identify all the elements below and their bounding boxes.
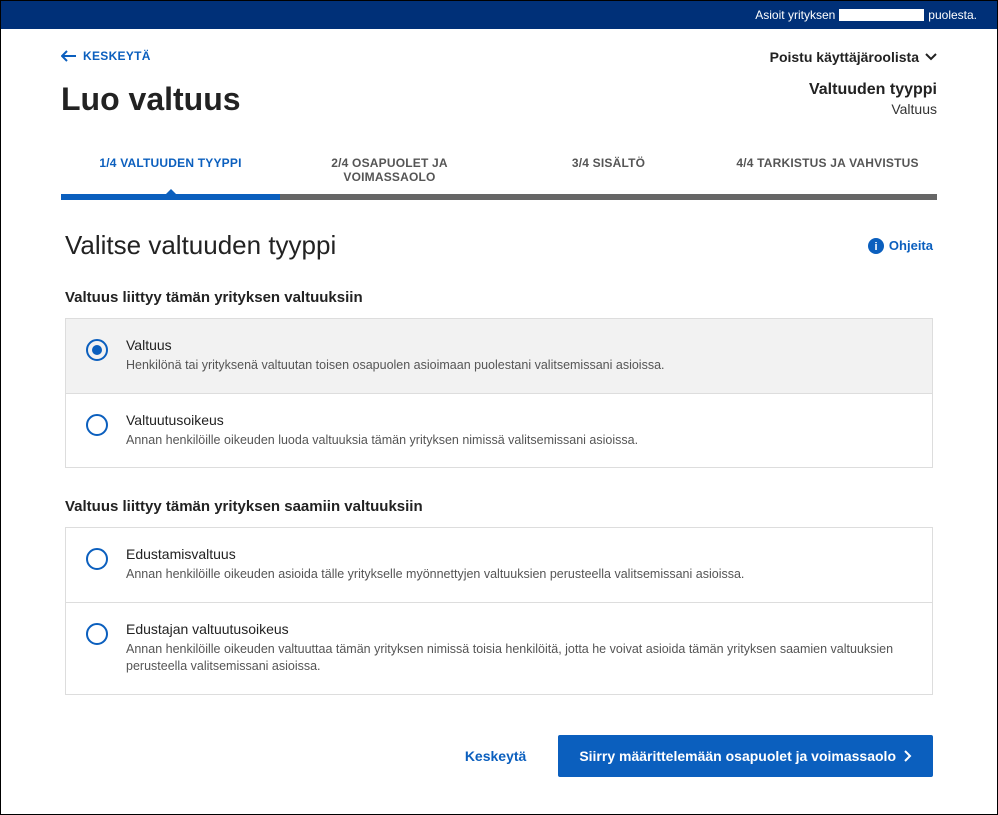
option-desc: Annan henkilöille oikeuden valtuuttaa tä… xyxy=(126,641,912,676)
top-info-bar: Asioit yrityksen puolesta. xyxy=(1,1,997,29)
progress-seg-1 xyxy=(61,194,280,200)
svg-text:i: i xyxy=(874,241,877,253)
radio-icon xyxy=(86,548,108,570)
next-button[interactable]: Siirry määrittelemään osapuolet ja voima… xyxy=(558,735,933,777)
role-dropdown-label: Poistu käyttäjäroolista xyxy=(770,49,919,65)
chevron-down-icon xyxy=(925,53,937,61)
option-edustajan-valtuutusoikeus[interactable]: Edustajan valtuutusoikeus Annan henkilöi… xyxy=(65,602,933,695)
radio-icon xyxy=(86,339,108,361)
option-group-a: Valtuus Henkilönä tai yrityksenä valtuut… xyxy=(65,318,933,468)
option-desc: Annan henkilöille oikeuden asioida tälle… xyxy=(126,566,744,584)
top-bar-prefix: Asioit yrityksen xyxy=(755,8,835,22)
radio-icon xyxy=(86,623,108,645)
progress-seg-4 xyxy=(718,194,937,200)
progress-seg-3 xyxy=(499,194,718,200)
option-desc: Henkilönä tai yrityksenä valtuutan toise… xyxy=(126,357,665,375)
info-icon: i xyxy=(868,238,884,254)
progress-seg-2 xyxy=(280,194,499,200)
help-link[interactable]: i Ohjeita xyxy=(868,238,933,254)
step-1[interactable]: 1/4 VALTUUDEN TYYPPI xyxy=(61,146,280,194)
option-valtuus[interactable]: Valtuus Henkilönä tai yrityksenä valtuut… xyxy=(65,318,933,393)
cancel-back-link[interactable]: KESKEYTÄ xyxy=(61,49,151,63)
option-title: Edustamisvaltuus xyxy=(126,546,744,562)
form-title: Valitse valtuuden tyyppi xyxy=(65,230,336,261)
option-edustamisvaltuus[interactable]: Edustamisvaltuus Annan henkilöille oikeu… xyxy=(65,527,933,602)
option-desc: Annan henkilöille oikeuden luoda valtuuk… xyxy=(126,432,638,450)
top-bar-suffix: puolesta. xyxy=(928,8,977,22)
radio-icon xyxy=(86,414,108,436)
side-title-small: Valtuus xyxy=(809,101,937,117)
option-group-b: Edustamisvaltuus Annan henkilöille oikeu… xyxy=(65,527,933,695)
stepper: 1/4 VALTUUDEN TYYPPI 2/4 OSAPUOLET JA VO… xyxy=(61,146,937,194)
option-title: Valtuutusoikeus xyxy=(126,412,638,428)
back-link-label: KESKEYTÄ xyxy=(83,49,151,63)
side-title-big: Valtuuden tyyppi xyxy=(809,81,937,99)
company-name-masked xyxy=(839,9,924,21)
section-2-label: Valtuus liittyy tämän yrityksen saamiin … xyxy=(65,498,933,515)
option-title: Valtuus xyxy=(126,337,665,353)
help-link-label: Ohjeita xyxy=(889,238,933,253)
option-valtuutusoikeus[interactable]: Valtuutusoikeus Annan henkilöille oikeud… xyxy=(65,393,933,469)
page-title: Luo valtuus xyxy=(61,81,241,118)
step-3[interactable]: 3/4 SISÄLTÖ xyxy=(499,146,718,194)
step-2[interactable]: 2/4 OSAPUOLET JA VOIMASSAOLO xyxy=(280,146,499,194)
next-button-label: Siirry määrittelemään osapuolet ja voima… xyxy=(579,748,896,764)
option-title: Edustajan valtuutusoikeus xyxy=(126,621,912,637)
section-1-label: Valtuus liittyy tämän yrityksen valtuuks… xyxy=(65,289,933,306)
arrow-left-icon xyxy=(61,50,77,62)
role-dropdown[interactable]: Poistu käyttäjäroolista xyxy=(770,49,937,65)
cancel-button[interactable]: Keskeytä xyxy=(451,738,541,774)
side-title: Valtuuden tyyppi Valtuus xyxy=(809,81,937,117)
step-4[interactable]: 4/4 TARKISTUS JA VAHVISTUS xyxy=(718,146,937,194)
chevron-right-icon xyxy=(904,750,912,762)
progress-arrow-icon xyxy=(166,189,176,194)
progress-bar xyxy=(61,194,937,200)
